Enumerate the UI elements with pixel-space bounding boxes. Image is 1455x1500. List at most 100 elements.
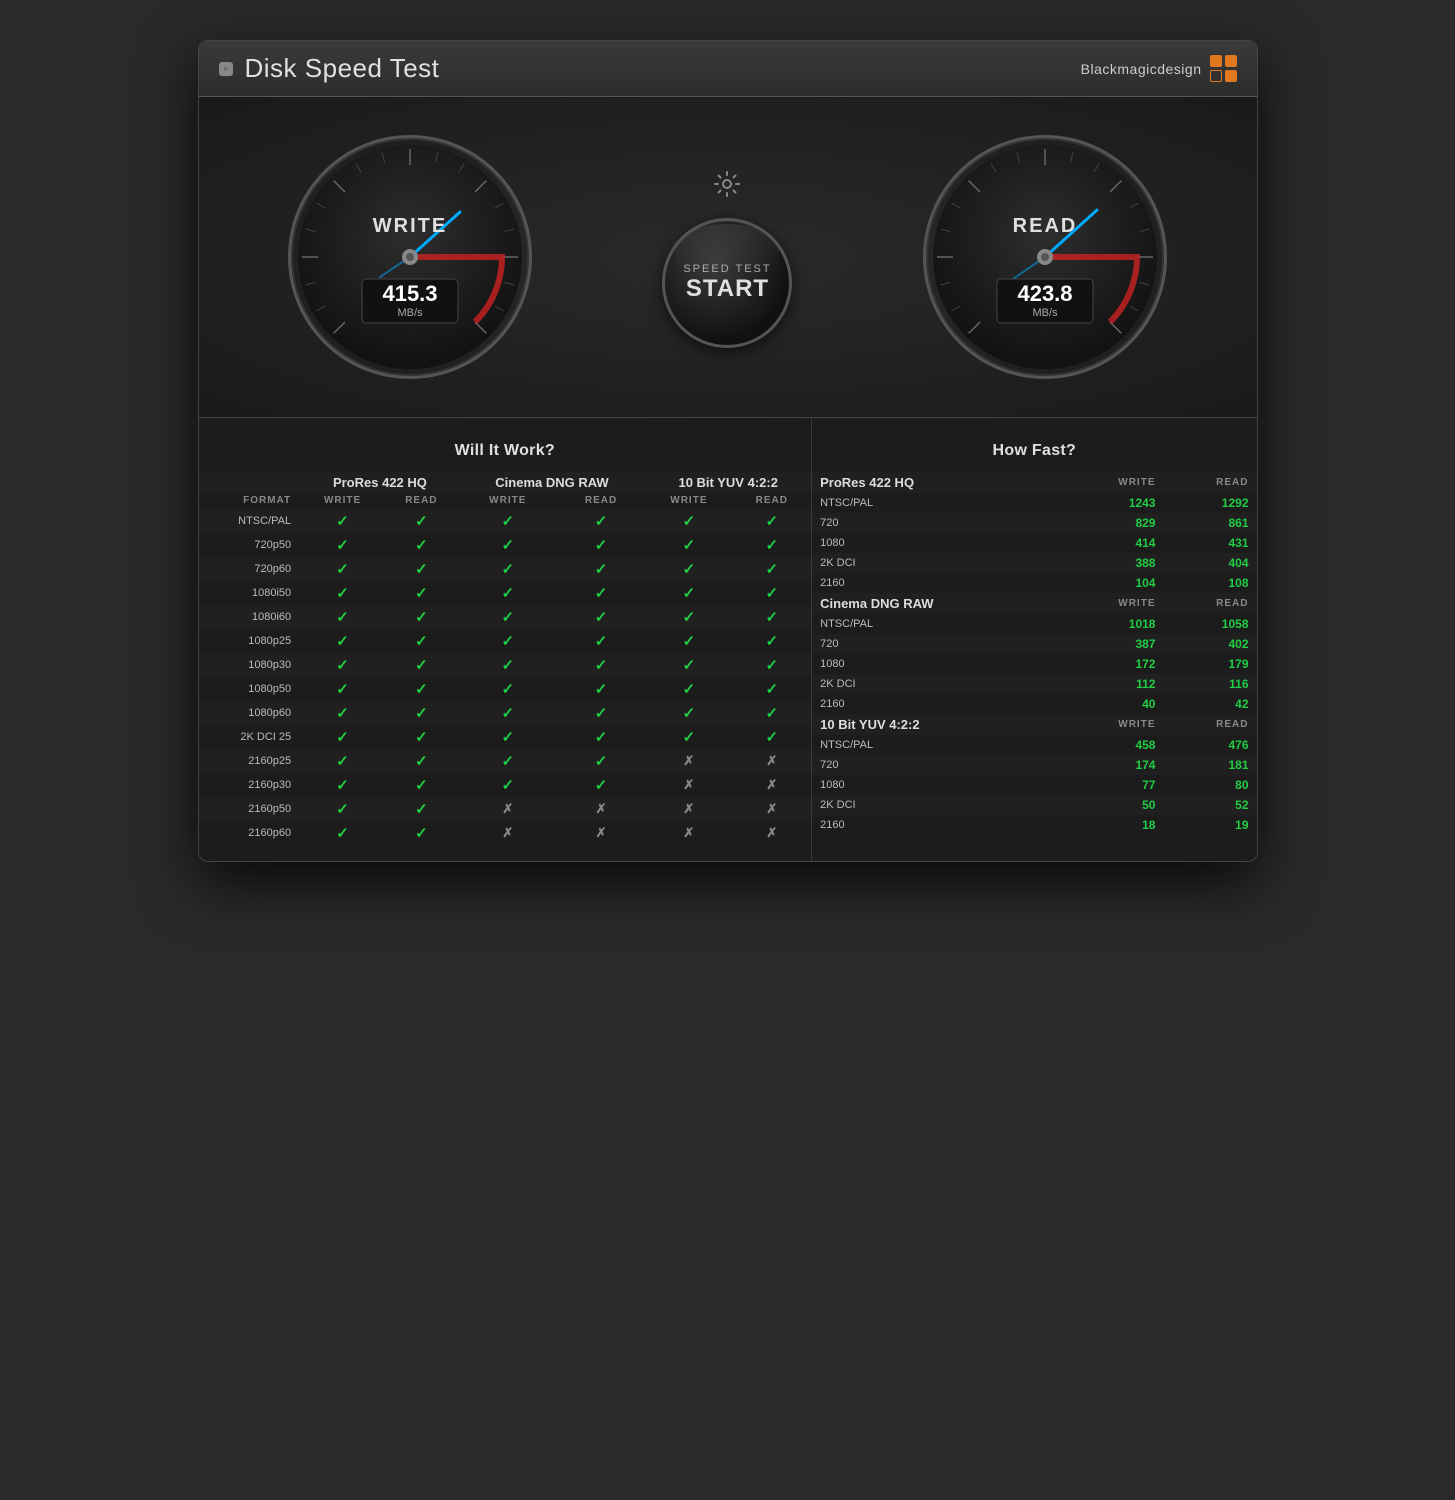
check-mark: ✓ [415, 705, 428, 722]
hf-read-value: 861 [1163, 513, 1256, 533]
check-mark: ✓ [502, 705, 515, 722]
row-label: 1080p60 [199, 701, 302, 725]
app-title: Disk Speed Test [245, 53, 440, 84]
check-mark: ✓ [683, 705, 696, 722]
check-mark: ✓ [415, 825, 428, 842]
check-mark: ✓ [502, 729, 515, 746]
start-button[interactable]: SPEED TEST START [662, 218, 792, 348]
check-mark: ✓ [766, 633, 779, 650]
check-mark: ✓ [415, 609, 428, 626]
cross-mark: ✗ [683, 801, 694, 816]
check-mark: ✓ [415, 753, 428, 770]
hf-row-label: 2160 [812, 573, 1061, 593]
cross-mark: ✗ [683, 753, 694, 768]
hf-write-value: 414 [1061, 533, 1163, 553]
hf-read-value: 42 [1163, 694, 1256, 714]
list-item: NTSC/PAL 458 476 [812, 735, 1256, 755]
svg-text:READ: READ [1013, 215, 1078, 237]
check-mark: ✓ [336, 753, 349, 770]
check-mark: ✓ [683, 633, 696, 650]
table-row: 1080i50 ✓ ✓ ✓ ✓ ✓ ✓ [199, 581, 812, 605]
hf-write-header: WRITE [1061, 472, 1163, 493]
check-mark: ✓ [766, 681, 779, 698]
hf-read-value: 19 [1163, 815, 1256, 835]
check-mark: ✓ [595, 609, 608, 626]
table-row: NTSC/PAL ✓ ✓ ✓ ✓ ✓ ✓ [199, 509, 812, 533]
brand-icon [1210, 55, 1237, 82]
check-mark: ✓ [766, 657, 779, 674]
cross-mark: ✗ [502, 801, 513, 816]
check-mark: ✓ [766, 729, 779, 746]
settings-button[interactable] [709, 166, 745, 202]
hf-read-value: 52 [1163, 795, 1256, 815]
hf-write-value: 1018 [1061, 614, 1163, 634]
hf-read-value: 179 [1163, 654, 1256, 674]
check-mark: ✓ [502, 561, 515, 578]
check-mark: ✓ [502, 609, 515, 626]
svg-text:WRITE: WRITE [373, 215, 447, 237]
start-label-top: SPEED TEST [683, 263, 771, 275]
wiw-col-dng: Cinema DNG RAW [459, 472, 646, 492]
check-mark: ✓ [502, 777, 515, 794]
row-label: 1080p50 [199, 677, 302, 701]
hf-write-value: 1243 [1061, 493, 1163, 513]
center-controls: SPEED TEST START [662, 166, 792, 348]
dng-write-header: WRITE [459, 492, 557, 509]
cross-mark: ✗ [596, 801, 607, 816]
check-mark: ✓ [766, 513, 779, 530]
check-mark: ✓ [502, 513, 515, 530]
hf-row-label: 2K DCI [812, 674, 1061, 694]
check-mark: ✓ [502, 585, 515, 602]
will-it-work-panel: Will It Work? ProRes 422 HQ Cinema DNG R… [199, 418, 813, 861]
brand-name: Blackmagicdesign [1081, 61, 1202, 77]
check-mark: ✓ [415, 633, 428, 650]
list-item: 1080 77 80 [812, 775, 1256, 795]
check-mark: ✓ [336, 729, 349, 746]
check-mark: ✓ [415, 777, 428, 794]
hf-read-value: 181 [1163, 755, 1256, 775]
hf-read-header: READ [1163, 593, 1256, 614]
hf-group-header-row: 10 Bit YUV 4:2:2 WRITE READ [812, 714, 1256, 735]
hf-group-header-row: Cinema DNG RAW WRITE READ [812, 593, 1256, 614]
check-mark: ✓ [595, 585, 608, 602]
row-label: 1080i60 [199, 605, 302, 629]
read-gauge-svg: READ 423.8 MB/s [915, 127, 1175, 387]
brand-square-2 [1225, 55, 1237, 67]
table-row: 720p60 ✓ ✓ ✓ ✓ ✓ ✓ [199, 557, 812, 581]
check-mark: ✓ [415, 729, 428, 746]
close-button[interactable]: × [219, 62, 233, 76]
hf-group-label: ProRes 422 HQ [812, 472, 1061, 493]
hf-read-value: 1058 [1163, 614, 1256, 634]
check-mark: ✓ [502, 753, 515, 770]
hf-read-header: READ [1163, 714, 1256, 735]
check-mark: ✓ [336, 657, 349, 674]
check-mark: ✓ [683, 729, 696, 746]
prores-write-header: WRITE [301, 492, 384, 509]
brand-square-4 [1225, 70, 1237, 82]
check-mark: ✓ [595, 729, 608, 746]
check-mark: ✓ [415, 657, 428, 674]
row-label: 1080i50 [199, 581, 302, 605]
hf-row-label: 1080 [812, 654, 1061, 674]
row-label: 2160p50 [199, 797, 302, 821]
hf-write-value: 40 [1061, 694, 1163, 714]
check-mark: ✓ [595, 705, 608, 722]
hf-group-label: Cinema DNG RAW [812, 593, 1061, 614]
hf-read-header: READ [1163, 472, 1256, 493]
hf-write-value: 829 [1061, 513, 1163, 533]
row-label: 720p50 [199, 533, 302, 557]
row-label: 2K DCI 25 [199, 725, 302, 749]
check-mark: ✓ [336, 825, 349, 842]
hf-write-value: 77 [1061, 775, 1163, 795]
check-mark: ✓ [595, 753, 608, 770]
hf-row-label: 720 [812, 755, 1061, 775]
write-gauge-container: WRITE 415.3 MB/s [280, 127, 540, 387]
list-item: 1080 414 431 [812, 533, 1256, 553]
yuv-read-header: READ [732, 492, 811, 509]
check-mark: ✓ [683, 561, 696, 578]
hf-write-value: 18 [1061, 815, 1163, 835]
will-it-work-table: ProRes 422 HQ Cinema DNG RAW 10 Bit YUV … [199, 472, 812, 845]
gauge-section: WRITE 415.3 MB/s SPEED TEST START [199, 97, 1257, 418]
list-item: 2160 104 108 [812, 573, 1256, 593]
check-mark: ✓ [336, 801, 349, 818]
